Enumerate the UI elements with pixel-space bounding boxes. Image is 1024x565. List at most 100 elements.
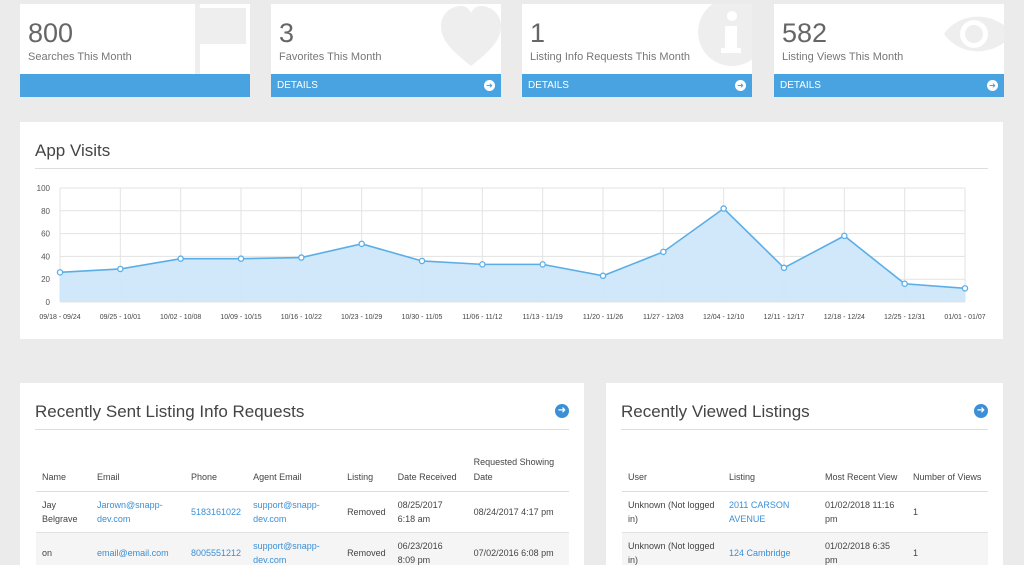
cell-showing-date: 07/02/2016 6:08 pm bbox=[467, 532, 569, 565]
column-header[interactable]: Phone bbox=[185, 439, 248, 492]
cell-phone-link[interactable]: 8005551212 bbox=[185, 532, 248, 565]
cell-email-link[interactable]: email@email.com bbox=[91, 532, 185, 565]
x-tick-label: 12/25 - 12/31 bbox=[884, 314, 925, 321]
details-button[interactable]: DETAILS ➜ bbox=[774, 74, 1004, 97]
stat-label: Favorites This Month bbox=[279, 51, 382, 63]
column-header[interactable]: Most Recent View bbox=[819, 439, 907, 492]
table-row[interactable]: on email@email.com 8005551212 support@sn… bbox=[36, 532, 569, 565]
panel-title: Recently Viewed Listings bbox=[621, 402, 810, 421]
cell-showing-date: 08/24/2017 4:17 pm bbox=[467, 491, 569, 533]
column-header[interactable]: User bbox=[622, 439, 723, 492]
column-header[interactable]: Agent Email bbox=[247, 439, 342, 492]
series-area bbox=[60, 208, 965, 302]
cell-view-count: 1 bbox=[907, 532, 988, 565]
table-row[interactable]: Jay Belgrave Jarown@snapp-dev.com 518316… bbox=[36, 491, 569, 533]
panel-title: Recently Sent Listing Info Requests bbox=[35, 402, 305, 421]
divider bbox=[621, 429, 988, 430]
column-header[interactable]: Date Received bbox=[391, 439, 468, 492]
table-row[interactable]: Unknown (Not logged in) 124 Cambridge 01… bbox=[622, 532, 988, 565]
data-point bbox=[479, 261, 486, 268]
cell-agent-email-link[interactable]: support@snapp-dev.com bbox=[247, 532, 342, 565]
table-header-row: Name Email Phone Agent Email Listing Dat… bbox=[36, 439, 569, 492]
x-tick-label: 10/30 - 11/05 bbox=[402, 314, 443, 321]
cell-recent-view: 01/02/2018 11:16 pm bbox=[819, 491, 907, 533]
info-icon bbox=[698, 4, 752, 66]
data-point bbox=[358, 240, 365, 248]
arrow-right-circle-icon: ➜ bbox=[735, 80, 746, 91]
app-visits-panel: App Visits 100 80 60 40 20 0 09/18 - 09/24 09/2… bbox=[20, 122, 1003, 339]
view-all-listings-icon[interactable]: ➜ bbox=[974, 404, 988, 418]
y-tick-label: 100 bbox=[37, 184, 51, 193]
column-header[interactable]: Listing bbox=[723, 439, 819, 492]
arrow-right-circle-icon: ➜ bbox=[987, 80, 998, 91]
column-header[interactable]: Name bbox=[36, 439, 91, 492]
column-header[interactable]: Requested Showing Date bbox=[467, 439, 569, 492]
viewed-listings-table: User Listing Most Recent View Number of … bbox=[622, 439, 988, 565]
cell-listing-link[interactable]: 124 Cambridge bbox=[723, 532, 819, 565]
stat-value: 800 bbox=[28, 18, 74, 48]
app-visits-chart: 100 80 60 40 20 0 09/18 - 09/24 09/25 - 10/01 10… bbox=[37, 184, 986, 321]
x-tick-label: 01/01 - 01/07 bbox=[944, 314, 985, 321]
table-header-row: User Listing Most Recent View Number of … bbox=[622, 439, 988, 492]
x-tick-label: 10/23 - 10/29 bbox=[341, 314, 382, 321]
y-tick-label: 20 bbox=[41, 275, 50, 284]
column-header[interactable]: Email bbox=[91, 439, 185, 492]
cell-recent-view: 01/02/2018 6:35 pm bbox=[819, 532, 907, 565]
data-point bbox=[901, 280, 908, 288]
data-point bbox=[237, 255, 245, 262]
y-tick-label: 40 bbox=[41, 252, 50, 261]
cell-user: Unknown (Not logged in) bbox=[622, 491, 723, 533]
y-tick-label: 60 bbox=[41, 230, 50, 239]
details-label: DETAILS bbox=[277, 80, 318, 91]
x-tick-label: 10/09 - 10/15 bbox=[220, 314, 261, 321]
details-label: DETAILS bbox=[780, 80, 821, 91]
data-point bbox=[780, 264, 788, 272]
divider bbox=[35, 429, 569, 430]
y-tick-label: 0 bbox=[46, 298, 51, 307]
listing-requests-panel: Recently Sent Listing Info Requests ➜ Na… bbox=[20, 383, 584, 565]
data-point bbox=[56, 269, 64, 276]
data-point bbox=[961, 285, 969, 292]
x-tick-label: 09/18 - 09/24 bbox=[39, 314, 80, 321]
column-header[interactable]: Number of Views bbox=[907, 439, 988, 492]
cell-listing: Removed bbox=[341, 491, 392, 533]
flag-icon bbox=[195, 4, 246, 74]
table-row[interactable]: Unknown (Not logged in) 2011 CARSON AVEN… bbox=[622, 491, 988, 533]
data-point bbox=[841, 232, 848, 240]
cell-phone-link[interactable]: 5183161022 bbox=[185, 491, 248, 533]
stat-label: Listing Info Requests This Month bbox=[530, 51, 690, 63]
recently-viewed-panel: Recently Viewed Listings ➜ User Listing … bbox=[606, 383, 1003, 565]
x-tick-label: 12/18 - 12/24 bbox=[824, 314, 865, 321]
cell-email-link[interactable]: Jarown@snapp-dev.com bbox=[91, 491, 185, 533]
stat-value: 582 bbox=[782, 18, 828, 48]
x-tick-label: 09/25 - 10/01 bbox=[100, 314, 141, 321]
details-button[interactable]: DETAILS ➜ bbox=[522, 74, 752, 97]
cell-date-received: 08/25/2017 6:18 am bbox=[391, 491, 468, 533]
stat-card-listing-views: 582 Listing Views This Month DETAILS ➜ bbox=[774, 4, 1004, 97]
cell-listing: Removed bbox=[341, 532, 392, 565]
column-header[interactable]: Listing bbox=[341, 439, 392, 492]
heart-icon bbox=[441, 6, 501, 66]
x-tick-label: 10/16 - 10/22 bbox=[281, 314, 322, 321]
details-button[interactable]: DETAILS ➜ bbox=[271, 74, 501, 97]
stat-value: 1 bbox=[530, 18, 546, 48]
x-tick-label: 12/11 - 12/17 bbox=[764, 314, 805, 321]
cell-view-count: 1 bbox=[907, 491, 988, 533]
cell-date-received: 06/23/2016 8:09 pm bbox=[391, 532, 468, 565]
cell-name: on bbox=[36, 532, 91, 565]
stat-card-searches: 800 Searches This Month bbox=[20, 4, 250, 97]
data-point bbox=[117, 265, 124, 273]
stat-card-favorites: 3 Favorites This Month DETAILS ➜ bbox=[271, 4, 501, 97]
view-all-requests-icon[interactable]: ➜ bbox=[555, 404, 569, 418]
data-point bbox=[720, 205, 727, 212]
cell-agent-email-link[interactable]: support@snapp-dev.com bbox=[247, 491, 342, 533]
requests-table: Name Email Phone Agent Email Listing Dat… bbox=[36, 439, 569, 565]
stat-label: Searches This Month bbox=[28, 51, 132, 63]
x-tick-label: 11/06 - 11/12 bbox=[462, 314, 502, 321]
data-point bbox=[298, 254, 305, 261]
data-point bbox=[660, 248, 667, 256]
x-tick-label: 11/20 - 11/26 bbox=[583, 314, 623, 321]
cell-listing-link[interactable]: 2011 CARSON AVENUE bbox=[723, 491, 819, 533]
eye-icon bbox=[944, 16, 1004, 52]
stat-footer-bar[interactable] bbox=[20, 74, 250, 97]
